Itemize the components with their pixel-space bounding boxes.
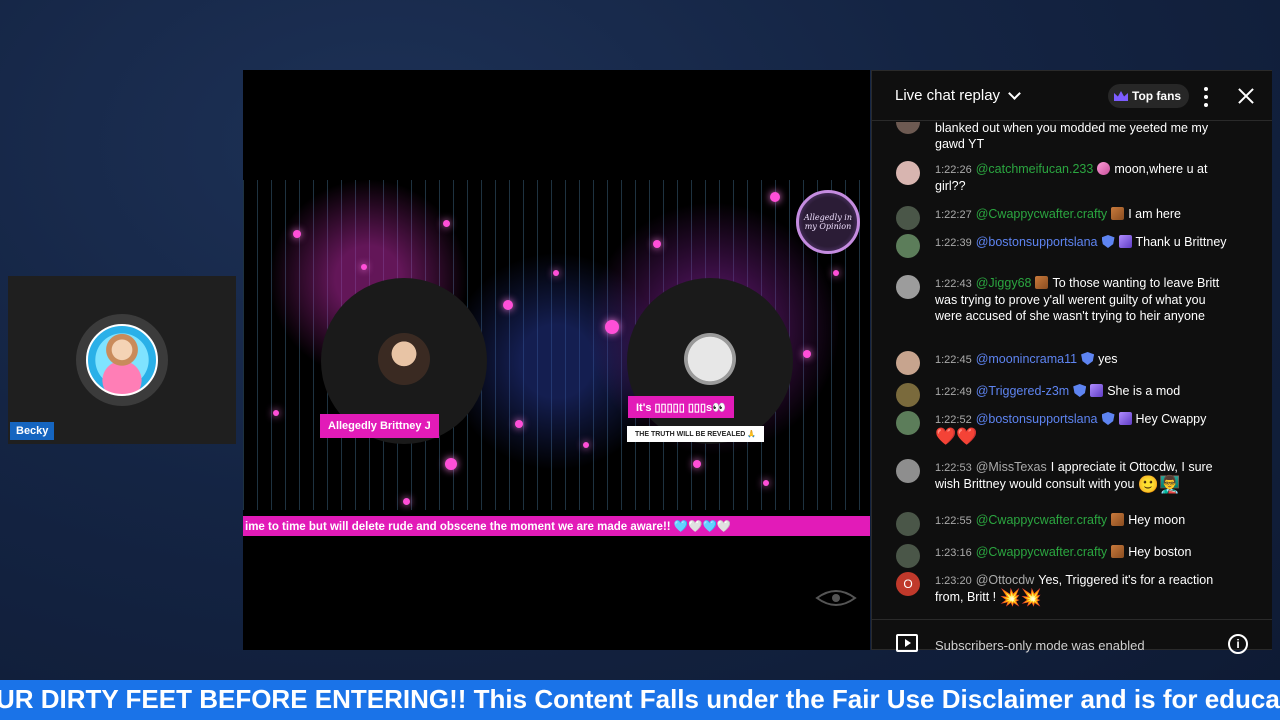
member-badge-icon — [1035, 276, 1049, 289]
moderator-shield-icon — [1073, 384, 1087, 397]
member-badge-icon — [1111, 545, 1125, 558]
close-icon[interactable] — [1235, 85, 1257, 107]
live-chat-panel[interactable]: Live chat replay Top fans blanked out wh… — [871, 70, 1272, 654]
chat-author[interactable]: @catchmeifucan.233 — [976, 162, 1094, 176]
chat-message-list[interactable]: blanked out when you modded me yeeted me… — [872, 122, 1272, 618]
chat-avatar — [896, 383, 920, 407]
chat-message-text: Thank u Brittney — [1135, 235, 1227, 249]
bottom-ticker-banner: UR DIRTY FEET BEFORE ENTERING!! This Con… — [0, 680, 1280, 720]
chat-author[interactable]: @Ottocdw — [976, 573, 1035, 587]
subscriptions-icon — [896, 634, 918, 652]
chat-author[interactable]: @Cwappycwafter.crafty — [976, 207, 1107, 221]
chat-author[interactable]: @MissTexas — [976, 460, 1047, 474]
chat-author[interactable]: @Jiggy68 — [976, 276, 1032, 290]
member-badge-icon — [1111, 513, 1125, 526]
chat-author[interactable]: @bostonsupportslana — [976, 412, 1098, 426]
participant-tile[interactable]: Becky — [8, 276, 236, 444]
more-options-icon[interactable] — [1198, 87, 1214, 107]
moderator-shield-icon — [1081, 352, 1095, 365]
chat-avatar — [896, 122, 920, 134]
info-icon[interactable]: i — [1228, 634, 1248, 654]
channel-logo-text: Allegedly in my Opinion — [804, 213, 852, 231]
chat-message-text: blanked out when you modded me yeeted me… — [935, 122, 1209, 151]
chat-message-text: Hey Cwappy — [1135, 412, 1207, 426]
chat-timestamp: 1:22:52 — [935, 414, 972, 426]
speaker-two-sublabel: THE TRUTH WILL BE REVEALED 🙏 — [627, 426, 764, 442]
chat-avatar — [896, 234, 920, 258]
participant-avatar-ring — [76, 314, 168, 406]
chat-avatar — [896, 544, 920, 568]
chat-timestamp: 1:22:53 — [935, 462, 972, 474]
speaker-two-label: It's ▯▯▯▯▯ ▯▯▯s👀 — [628, 396, 734, 418]
top-fans-label: Top fans — [1132, 89, 1182, 103]
chat-message-text: yes — [1098, 352, 1118, 366]
speaker-two-avatar — [684, 333, 736, 385]
video-stage[interactable]: Allegedly Brittney J It's ▯▯▯▯▯ ▯▯▯s👀 TH… — [243, 70, 870, 650]
chat-timestamp: 1:22:49 — [935, 386, 972, 398]
crown-icon — [1114, 91, 1128, 101]
chat-timestamp: 1:22:26 — [935, 164, 972, 176]
chat-avatar — [896, 351, 920, 375]
participant-avatar — [86, 324, 158, 396]
chat-footer: Subscribers-only mode was enabled i — [872, 619, 1272, 654]
moderator-shield-icon — [1101, 412, 1115, 425]
chat-author[interactable]: @Triggered-z3m — [976, 384, 1070, 398]
member-badge-icon — [1118, 412, 1132, 425]
chat-author[interactable]: @moonincrama11 — [976, 352, 1077, 366]
chat-message-text: She is a mod — [1107, 384, 1181, 398]
chat-avatar — [896, 161, 920, 185]
chat-author[interactable]: @Cwappycwafter.crafty — [976, 545, 1107, 559]
chat-avatar — [896, 206, 920, 230]
chat-header: Live chat replay Top fans — [872, 71, 1272, 121]
stage-ticker: ime to time but will delete rude and obs… — [243, 516, 870, 536]
chat-avatar — [896, 512, 920, 536]
watermark-icon — [815, 590, 857, 606]
member-badge-icon — [1097, 162, 1111, 175]
chat-message-text: Hey moon — [1128, 513, 1186, 527]
subscribers-only-notice: Subscribers-only mode was enabled — [935, 638, 1145, 653]
chat-avatar — [896, 275, 920, 299]
heart-emoji-icon: ❤️❤️ — [935, 427, 978, 446]
chevron-down-icon — [1008, 86, 1021, 100]
chat-timestamp: 1:22:39 — [935, 237, 972, 249]
member-badge-icon — [1090, 384, 1104, 397]
chat-timestamp: 1:22:27 — [935, 209, 972, 221]
speaker-one-label: Allegedly Brittney J — [320, 414, 439, 438]
chat-mode-dropdown[interactable]: Live chat replay — [895, 86, 1021, 104]
speaker-two-circle — [627, 278, 793, 444]
channel-logo: Allegedly in my Opinion — [796, 190, 860, 254]
bottom-ticker-text: UR DIRTY FEET BEFORE ENTERING!! This Con… — [0, 684, 1280, 714]
chat-title: Live chat replay — [895, 87, 1001, 104]
chat-timestamp: 1:23:16 — [935, 547, 972, 559]
chat-timestamp: 1:22:45 — [935, 354, 972, 366]
participant-name-tag: Becky — [10, 422, 55, 440]
chat-message-text: Hey boston — [1128, 545, 1192, 559]
member-badge-icon — [1111, 207, 1125, 220]
moderator-shield-icon — [1101, 235, 1115, 248]
top-fans-button[interactable]: Top fans — [1108, 84, 1190, 108]
explosion-emoji-icon: 💥💥 — [999, 588, 1042, 607]
chat-timestamp: 1:22:43 — [935, 278, 972, 290]
chat-author[interactable]: @Cwappycwafter.crafty — [976, 513, 1107, 527]
member-badge-icon — [1118, 235, 1132, 248]
emoji-icon: 🙂👨‍🏫 — [1137, 475, 1181, 494]
chat-timestamp: 1:22:55 — [935, 515, 972, 527]
chat-avatar — [896, 459, 920, 483]
chat-avatar — [896, 411, 920, 435]
speaker-one-avatar — [378, 333, 430, 385]
chat-message-text: I am here — [1128, 207, 1181, 221]
chat-timestamp: 1:23:20 — [935, 575, 972, 587]
chat-avatar: O — [896, 572, 920, 596]
chat-author[interactable]: @bostonsupportslana — [976, 235, 1098, 249]
